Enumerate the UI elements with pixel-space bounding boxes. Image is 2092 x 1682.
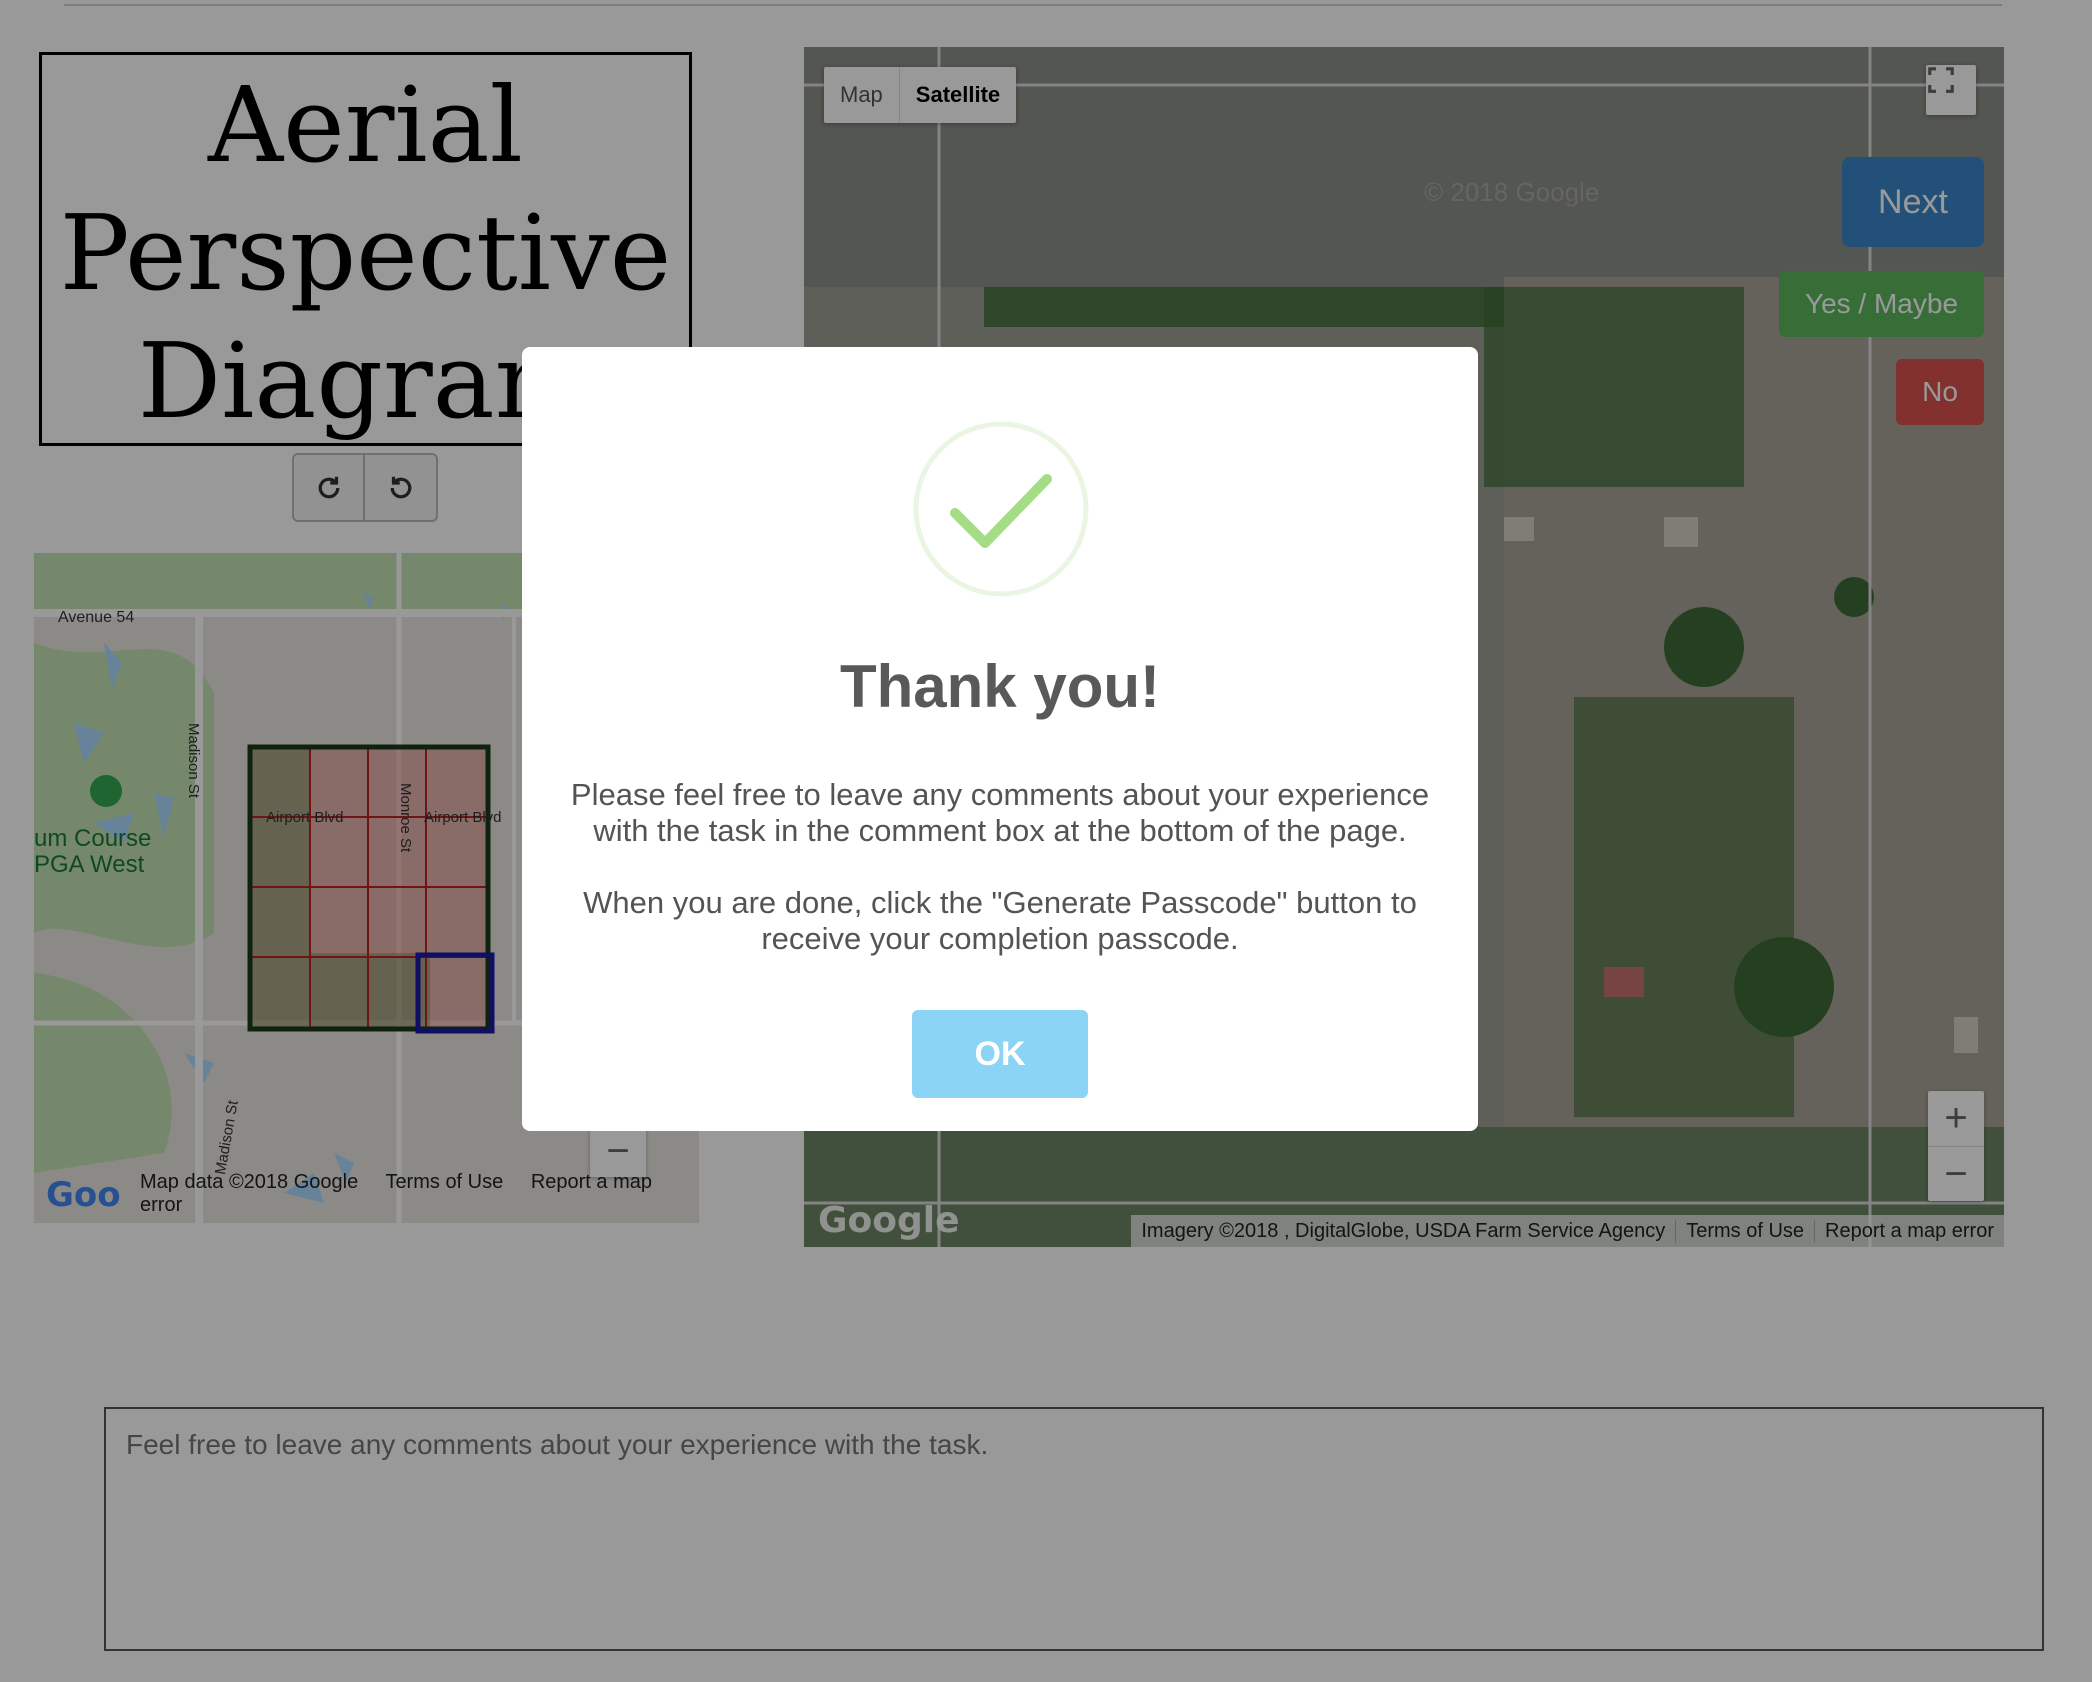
dialog-message-passcode: When you are done, click the "Generate P…	[583, 885, 1417, 956]
ok-button[interactable]: OK	[912, 1010, 1088, 1098]
dialog-title: Thank you!	[839, 653, 1160, 720]
success-checkmark-icon	[913, 421, 1089, 597]
thank-you-dialog: Thank you! Please feel free to leave any…	[522, 347, 1478, 1131]
dialog-message-comments: Please feel free to leave any comments a…	[570, 777, 1430, 848]
